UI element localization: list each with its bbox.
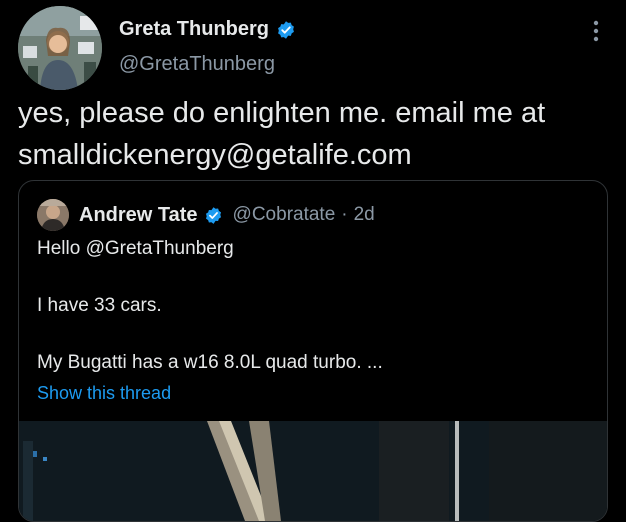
author-handle[interactable]: @GretaThunberg [119,53,275,76]
more-vertical-icon[interactable] [586,17,606,47]
show-thread-link[interactable]: Show this thread [37,383,171,404]
quoted-tweet-header: Andrew Tate @Cobratate · 2d [37,199,375,231]
verified-badge-icon [276,20,296,40]
author-avatar[interactable] [18,6,102,90]
author-name-row[interactable]: Greta Thunberg [119,18,296,41]
quoted-author-name[interactable]: Andrew Tate [79,204,198,227]
separator-dot: · [341,204,348,225]
quoted-text-line: My Bugatti has a w16 8.0L quad turbo. ..… [37,352,383,373]
quoted-tweet-media[interactable] [19,421,607,521]
quoted-timestamp[interactable]: 2d [354,204,375,226]
tweet-text: yes, please do enlighten me. email me at… [18,92,618,176]
tweet-text-line: smalldickenergy@getalife.com [18,139,412,171]
quoted-text-line: I have 33 cars. [37,295,162,316]
quoted-author-handle[interactable]: @Cobratate [233,204,336,226]
verified-badge-icon [204,206,223,225]
quoted-tweet[interactable]: Andrew Tate @Cobratate · 2d Hello @Greta… [18,180,608,522]
quoted-author-avatar[interactable] [37,199,69,231]
author-name[interactable]: Greta Thunberg [119,18,269,41]
quoted-text-line: Hello @GretaThunberg [37,238,234,259]
tweet-text-line: yes, please do enlighten me. email me at [18,97,546,129]
